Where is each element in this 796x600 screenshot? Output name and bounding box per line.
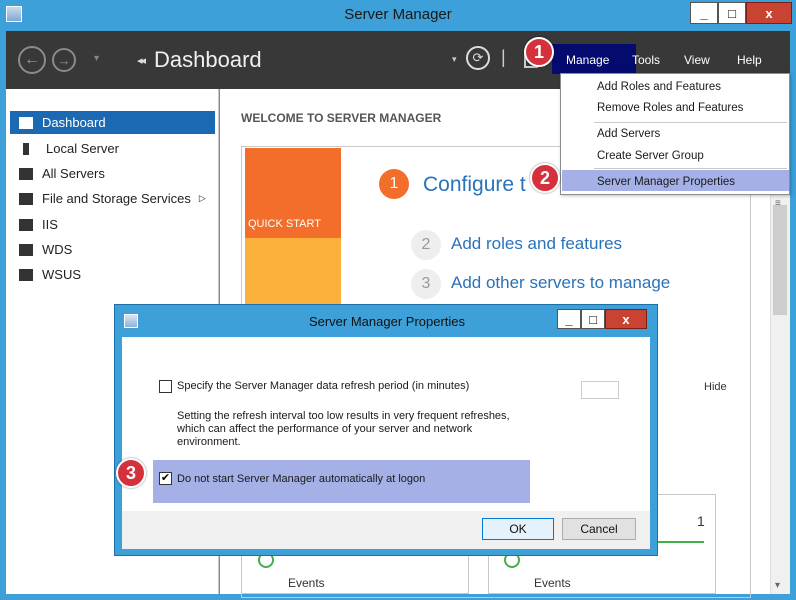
manage-dropdown-menu: Add Roles and Features Remove Roles and … [560,73,790,195]
callout-badge-1: 1 [524,37,554,67]
events-link-left[interactable]: Events [288,576,325,590]
minimize-button[interactable]: _ [690,2,718,24]
dialog-window-controls: _ □ x [557,309,647,329]
server-icon [23,142,29,155]
back-arrow-icon[interactable]: ← [18,46,46,74]
scroll-down-icon[interactable]: ▾ [775,580,780,591]
quick-start-label: QUICK START [248,218,321,230]
menu-item-remove-roles[interactable]: Remove Roles and Features [597,102,743,114]
step-1-number: 1 [379,169,409,199]
properties-dialog: Server Manager Properties _ □ x Specify … [114,304,658,556]
submenu-arrow-icon: ▷ [198,193,206,203]
whats-new-tile[interactable] [245,238,341,308]
menu-tools[interactable]: Tools [632,53,660,67]
welcome-heading: WELCOME TO SERVER MANAGER [241,111,442,125]
menu-item-create-server-group[interactable]: Create Server Group [597,150,704,162]
wds-icon [19,243,33,256]
scrollbar-grip-icon: ≡ [775,198,781,209]
refresh-warning-line: Setting the refresh interval too low res… [177,410,510,422]
menu-view[interactable]: View [684,53,710,67]
tile-count: 1 [697,513,705,529]
forward-arrow-icon[interactable]: → [52,48,76,72]
sidebar-item-label: Dashboard [42,115,106,130]
sidebar-item-iis[interactable]: IIS [10,213,215,236]
events-link-right[interactable]: Events [534,576,571,590]
callout-badge-2: 2 [530,163,560,193]
refresh-icon[interactable]: ⟳ [466,46,490,70]
callout-badge-3: 3 [116,458,146,488]
step-add-roles-link[interactable]: Add roles and features [451,234,622,254]
menu-item-add-servers[interactable]: Add Servers [597,128,660,140]
autostart-label: Do not start Server Manager automaticall… [177,473,426,485]
sidebar-item-label: Local Server [46,141,119,156]
menu-help[interactable]: Help [737,53,762,67]
sidebar-item-label: WSUS [42,267,81,282]
close-button[interactable]: x [746,2,792,24]
menu-item-add-roles[interactable]: Add Roles and Features [597,81,721,93]
refresh-period-input[interactable] [581,381,619,399]
sidebar-item-wds[interactable]: WDS [10,238,215,261]
page-title: Dashboard [154,47,262,72]
maximize-button[interactable]: □ [718,2,746,24]
sidebar-item-wsus[interactable]: WSUS [10,263,215,286]
sidebar-item-dashboard[interactable]: Dashboard [10,111,215,134]
history-dropdown-icon[interactable]: ▾ [94,53,99,64]
sidebar-item-label: File and Storage Services [42,191,191,206]
dialog-close-button[interactable]: x [605,309,647,329]
refresh-warning-line: environment. [177,436,241,448]
toolbar-divider: | [501,47,506,67]
step-configure-link[interactable]: Configure t [423,173,526,197]
step-3-number: 3 [411,269,441,299]
sidebar-item-local-server[interactable]: Local Server [10,137,215,160]
menu-separator [594,122,787,123]
wsus-icon [19,268,33,281]
menu-manage[interactable]: Manage [566,53,609,67]
breadcrumb-arrows-icon: ◂◂ [137,55,146,67]
menu-item-server-manager-properties[interactable]: Server Manager Properties [597,176,735,188]
servers-icon [19,167,33,180]
refresh-dropdown-icon[interactable]: ▾ [452,54,457,65]
sidebar-item-label: WDS [42,242,73,257]
cancel-button[interactable]: Cancel [562,518,636,540]
window-controls: _ □ x [690,2,792,24]
menu-separator [594,168,787,169]
dialog-maximize-button[interactable]: □ [581,309,605,329]
sidebar-item-label: IIS [42,217,58,232]
dialog-minimize-button[interactable]: _ [557,309,581,329]
step-2-number: 2 [411,230,441,260]
iis-icon [19,218,33,231]
step-add-servers-link[interactable]: Add other servers to manage [451,273,670,293]
refresh-period-checkbox[interactable] [159,380,172,393]
scrollbar-thumb[interactable] [773,205,787,315]
file-storage-icon [19,192,33,205]
autostart-checkbox[interactable]: ✔ [159,472,172,485]
sidebar-item-all-servers[interactable]: All Servers [10,162,215,185]
sidebar-item-file-storage[interactable]: File and Storage Services ▷ [10,187,215,210]
refresh-warning-line: which can affect the performance of your… [177,423,473,435]
dashboard-grid-icon [19,116,33,129]
window-title: Server Manager [344,6,452,23]
ok-button[interactable]: OK [482,518,554,540]
sidebar-item-label: All Servers [42,166,105,181]
hide-link[interactable]: Hide [704,381,727,393]
refresh-period-label: Specify the Server Manager data refresh … [177,380,470,392]
